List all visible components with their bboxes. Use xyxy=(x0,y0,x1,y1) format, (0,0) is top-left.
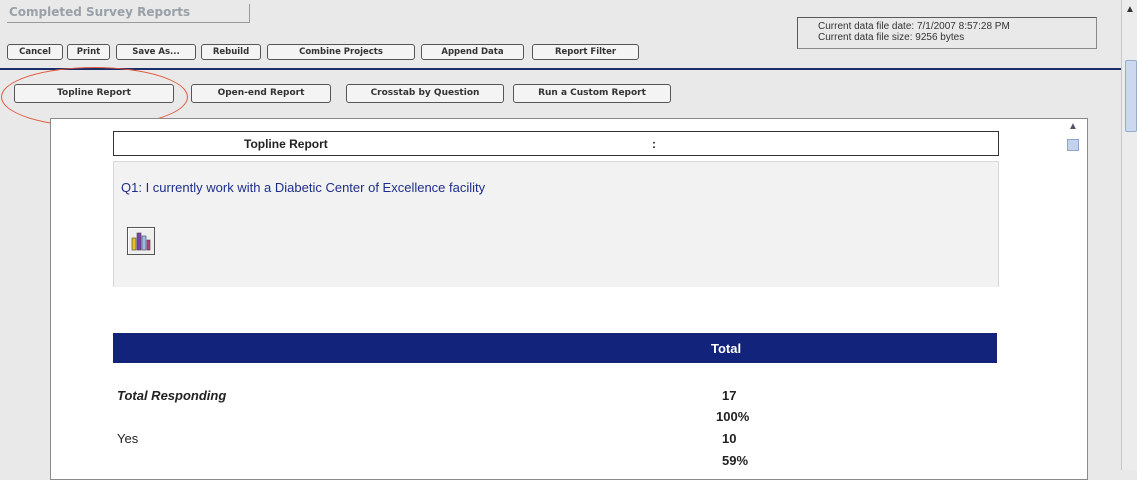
column-total-header: Total xyxy=(711,341,742,356)
tab-run-custom-report[interactable]: Run a Custom Report xyxy=(513,84,671,103)
rebuild-button[interactable]: Rebuild xyxy=(201,44,261,60)
report-scrollbar[interactable]: ▲ xyxy=(1061,119,1085,479)
row-count: 10 xyxy=(722,431,737,446)
print-button[interactable]: Print xyxy=(67,44,110,60)
report-header-title: Topline Report xyxy=(244,137,328,151)
scroll-thumb[interactable] xyxy=(1125,60,1137,132)
scroll-thumb[interactable] xyxy=(1067,139,1079,151)
scroll-up-icon[interactable]: ▲ xyxy=(1068,121,1078,132)
scroll-up-icon[interactable]: ▲ xyxy=(1125,4,1135,15)
combine-projects-button[interactable]: Combine Projects xyxy=(267,44,415,60)
report-filter-button[interactable]: Report Filter xyxy=(532,44,639,60)
question-title: Q1: I currently work with a Diabetic Cen… xyxy=(121,180,486,195)
cancel-button[interactable]: Cancel xyxy=(7,44,63,60)
row-percent: 59% xyxy=(722,453,749,468)
window-scrollbar[interactable]: ▲ xyxy=(1121,0,1137,470)
row-label: Total Responding xyxy=(117,388,227,403)
report-header-sep: : xyxy=(652,137,656,151)
table-header: Total xyxy=(113,333,997,363)
survey-reports-window: Completed Survey Reports Current data fi… xyxy=(0,0,1121,480)
tab-open-end-report[interactable]: Open-end Report xyxy=(191,84,331,103)
row-count: 17 xyxy=(722,388,737,403)
bar-chart-icon[interactable] xyxy=(127,227,155,255)
report-header: Topline Report : xyxy=(113,131,999,156)
question-box: Q1: I currently work with a Diabetic Cen… xyxy=(113,161,999,287)
row-percent: 100% xyxy=(716,409,750,424)
data-file-info: Current data file date: 7/1/2007 8:57:28… xyxy=(797,17,1097,49)
file-size-text: Current data file size: 9256 bytes xyxy=(818,32,965,43)
row-label: Yes xyxy=(117,431,139,446)
toolbar-divider xyxy=(0,68,1121,70)
chart-area xyxy=(113,287,997,333)
window-title: Completed Survey Reports xyxy=(7,4,250,23)
tab-crosstab-by-question[interactable]: Crosstab by Question xyxy=(346,84,504,103)
report-panel: Topline Report : Q1: I currently work wi… xyxy=(50,118,1088,480)
save-as-button[interactable]: Save As... xyxy=(116,44,196,60)
append-data-button[interactable]: Append Data xyxy=(421,44,524,60)
file-date-text: Current data file date: 7/1/2007 8:57:28… xyxy=(818,21,1010,32)
